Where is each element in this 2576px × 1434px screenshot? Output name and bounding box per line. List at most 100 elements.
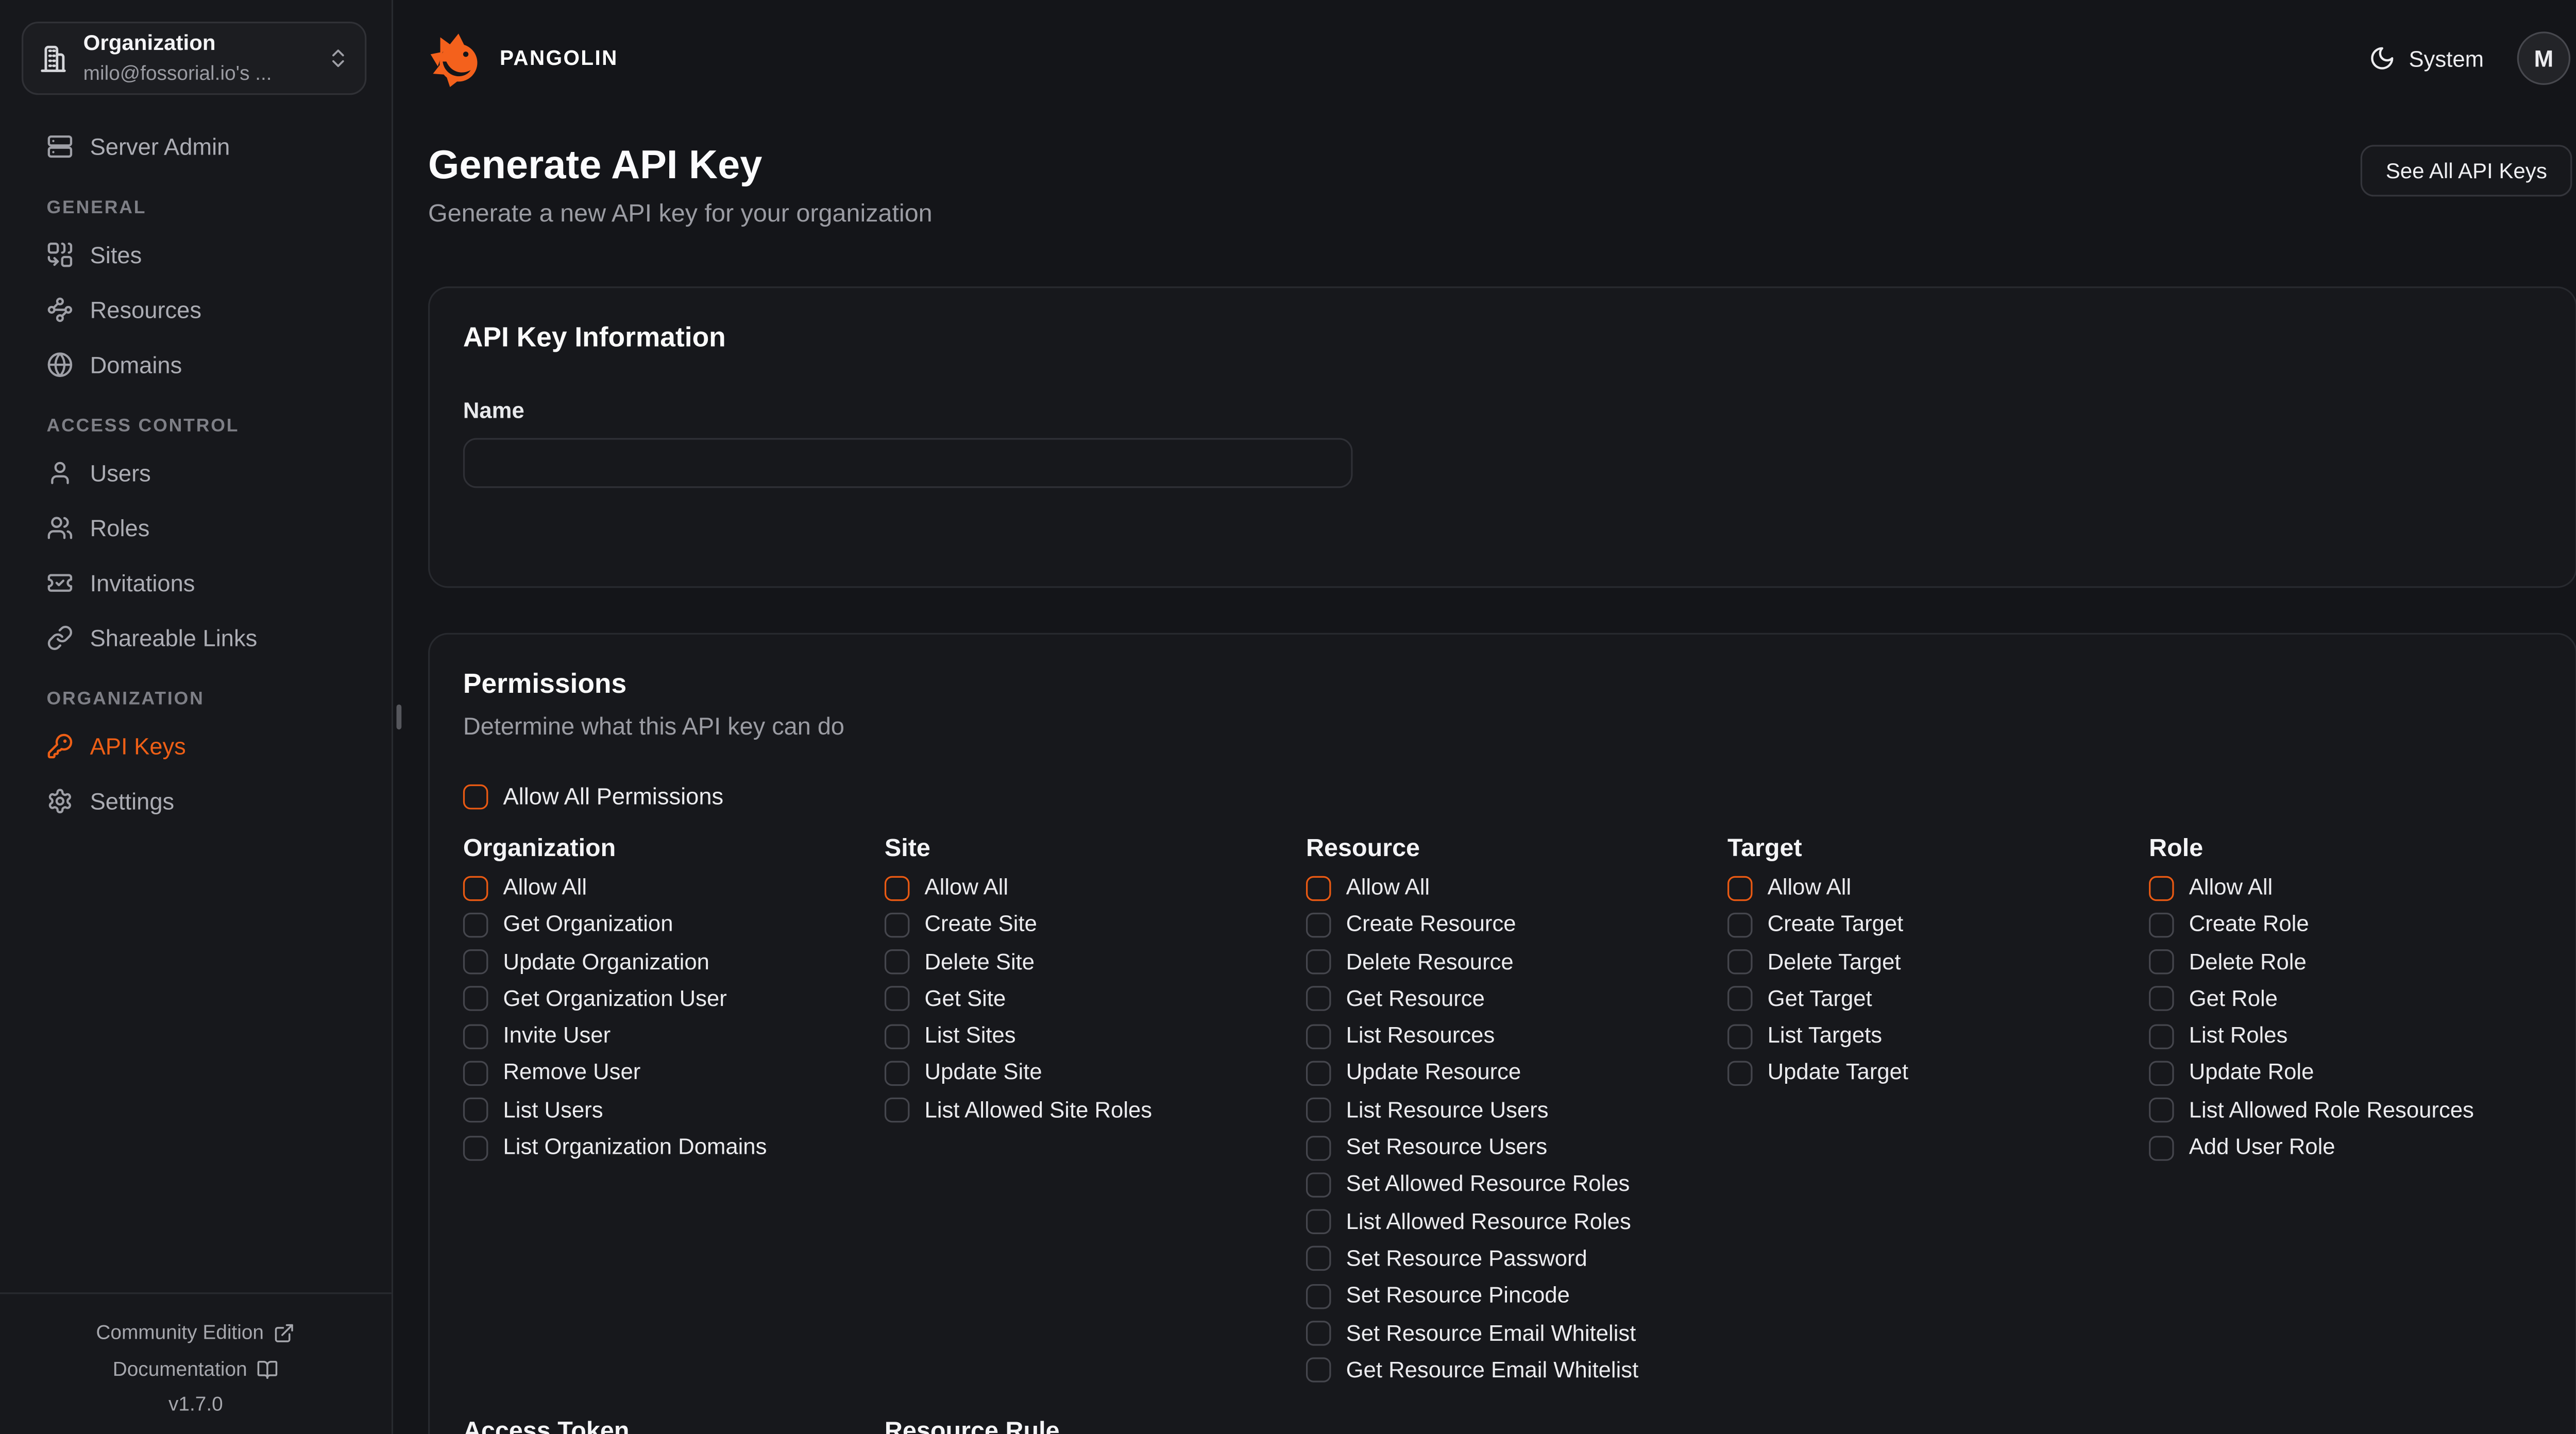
permission-checkbox-role-allow-all[interactable]: Allow All — [2149, 875, 2570, 901]
permission-checkbox-site-create-site[interactable]: Create Site — [885, 912, 1306, 938]
checkbox-icon[interactable] — [2149, 912, 2174, 937]
checkbox-icon[interactable] — [463, 1061, 488, 1086]
checkbox-icon[interactable] — [1727, 949, 1753, 975]
permission-checkbox-resource-set-resource-pincode[interactable]: Set Resource Pincode — [1306, 1283, 1727, 1310]
permission-checkbox-role-list-allowed-role-resources[interactable]: List Allowed Role Resources — [2149, 1097, 2570, 1124]
permission-checkbox-target-allow-all[interactable]: Allow All — [1727, 875, 2149, 901]
permission-checkbox-resource-get-resource-email-whitelist[interactable]: Get Resource Email Whitelist — [1306, 1357, 1727, 1384]
checkbox-icon[interactable] — [1306, 1172, 1331, 1198]
checkbox-icon[interactable] — [2149, 1098, 2174, 1123]
permission-checkbox-site-delete-site[interactable]: Delete Site — [885, 949, 1306, 976]
checkbox-icon[interactable] — [1306, 1135, 1331, 1160]
checkbox-icon[interactable] — [1306, 1024, 1331, 1049]
permission-checkbox-resource-allow-all[interactable]: Allow All — [1306, 875, 1727, 901]
permission-checkbox-resource-list-resources[interactable]: List Resources — [1306, 1023, 1727, 1050]
checkbox-icon[interactable] — [1306, 1098, 1331, 1123]
permission-checkbox-resource-create-resource[interactable]: Create Resource — [1306, 912, 1727, 938]
org-switcher[interactable]: Organization milo@fossorial.io's ... — [22, 22, 366, 95]
checkbox-icon[interactable] — [463, 1098, 488, 1123]
permission-checkbox-organization-list-organization-domains[interactable]: List Organization Domains — [463, 1134, 885, 1161]
permission-checkbox-target-get-target[interactable]: Get Target — [1727, 986, 2149, 1013]
checkbox-icon[interactable] — [2149, 875, 2174, 900]
permission-checkbox-role-get-role[interactable]: Get Role — [2149, 986, 2570, 1013]
checkbox-icon[interactable] — [1306, 1284, 1331, 1309]
sidebar-item-sites[interactable]: Sites — [0, 231, 392, 276]
permission-checkbox-role-delete-role[interactable]: Delete Role — [2149, 949, 2570, 976]
sidebar-item-api-keys[interactable]: API Keys — [0, 723, 392, 767]
permission-checkbox-role-list-roles[interactable]: List Roles — [2149, 1023, 2570, 1050]
sidebar-item-server-admin[interactable]: Server Admin — [0, 123, 392, 168]
see-all-api-keys-button[interactable]: See All API Keys — [2361, 145, 2572, 196]
checkbox-icon[interactable] — [1306, 1061, 1331, 1086]
checkbox-icon[interactable] — [2149, 986, 2174, 1012]
permission-checkbox-role-add-user-role[interactable]: Add User Role — [2149, 1134, 2570, 1161]
permission-checkbox-resource-set-resource-email-whitelist[interactable]: Set Resource Email Whitelist — [1306, 1320, 1727, 1347]
checkbox-icon[interactable] — [1306, 912, 1331, 937]
checkbox-icon[interactable] — [1727, 1061, 1753, 1086]
permission-checkbox-organization-invite-user[interactable]: Invite User — [463, 1023, 885, 1050]
permission-checkbox-resource-set-allowed-resource-roles[interactable]: Set Allowed Resource Roles — [1306, 1171, 1727, 1198]
allow-all-permissions-checkbox-row[interactable]: Allow All Permissions — [463, 783, 2542, 810]
checkbox-icon[interactable] — [463, 912, 488, 937]
permission-checkbox-site-get-site[interactable]: Get Site — [885, 986, 1306, 1013]
name-input[interactable] — [463, 438, 1353, 488]
checkbox-icon[interactable] — [1306, 875, 1331, 900]
permission-checkbox-resource-list-resource-users[interactable]: List Resource Users — [1306, 1097, 1727, 1124]
permission-checkbox-organization-update-organization[interactable]: Update Organization — [463, 949, 885, 976]
avatar[interactable]: M — [2517, 31, 2570, 84]
theme-toggle-button[interactable]: System — [2369, 45, 2484, 72]
permission-checkbox-site-list-sites[interactable]: List Sites — [885, 1023, 1306, 1050]
checkbox-icon[interactable] — [2149, 1024, 2174, 1049]
checkbox-icon[interactable] — [885, 1061, 910, 1086]
checkbox-icon[interactable] — [463, 1135, 488, 1160]
checkbox-icon[interactable] — [2149, 1061, 2174, 1086]
sidebar-item-roles[interactable]: Roles — [0, 505, 392, 550]
permission-checkbox-organization-remove-user[interactable]: Remove User — [463, 1060, 885, 1087]
permission-checkbox-organization-get-organization[interactable]: Get Organization — [463, 912, 885, 938]
permission-checkbox-target-update-target[interactable]: Update Target — [1727, 1060, 2149, 1087]
permission-checkbox-target-list-targets[interactable]: List Targets — [1727, 1023, 2149, 1050]
permission-checkbox-site-allow-all[interactable]: Allow All — [885, 875, 1306, 901]
checkbox-icon[interactable] — [2149, 949, 2174, 975]
checkbox-icon[interactable] — [2149, 1135, 2174, 1160]
sidebar-item-users[interactable]: Users — [0, 450, 392, 494]
sidebar-item-resources[interactable]: Resources — [0, 286, 392, 331]
permission-checkbox-target-delete-target[interactable]: Delete Target — [1727, 949, 2149, 976]
checkbox-icon[interactable] — [885, 986, 910, 1012]
permission-checkbox-site-update-site[interactable]: Update Site — [885, 1060, 1306, 1087]
checkbox-icon[interactable] — [1306, 1358, 1331, 1383]
permission-checkbox-target-create-target[interactable]: Create Target — [1727, 912, 2149, 938]
permission-checkbox-site-list-allowed-site-roles[interactable]: List Allowed Site Roles — [885, 1097, 1306, 1124]
permission-checkbox-role-update-role[interactable]: Update Role — [2149, 1060, 2570, 1087]
permission-checkbox-resource-get-resource[interactable]: Get Resource — [1306, 986, 1727, 1013]
checkbox-icon[interactable] — [1727, 875, 1753, 900]
documentation-link[interactable]: Documentation — [0, 1351, 392, 1387]
sidebar-item-invitations[interactable]: Invitations — [0, 559, 392, 604]
checkbox-icon[interactable] — [1306, 1321, 1331, 1346]
checkbox-icon[interactable] — [885, 949, 910, 975]
checkbox-icon[interactable] — [1727, 986, 1753, 1012]
sidebar-item-settings[interactable]: Settings — [0, 778, 392, 823]
permission-checkbox-resource-update-resource[interactable]: Update Resource — [1306, 1060, 1727, 1087]
checkbox-icon[interactable] — [463, 949, 488, 975]
checkbox-icon[interactable] — [885, 912, 910, 937]
sidebar-item-shareable-links[interactable]: Shareable Links — [0, 614, 392, 659]
checkbox-icon[interactable] — [463, 875, 488, 900]
permission-checkbox-organization-list-users[interactable]: List Users — [463, 1097, 885, 1124]
checkbox-icon[interactable] — [885, 1024, 910, 1049]
permission-checkbox-resource-list-allowed-resource-roles[interactable]: List Allowed Resource Roles — [1306, 1208, 1727, 1235]
checkbox-icon[interactable] — [1306, 949, 1331, 975]
community-edition-link[interactable]: Community Edition — [0, 1314, 392, 1351]
permission-checkbox-organization-get-organization-user[interactable]: Get Organization User — [463, 986, 885, 1013]
checkbox-icon[interactable] — [463, 1024, 488, 1049]
checkbox-icon[interactable] — [1727, 912, 1753, 937]
checkbox-icon[interactable] — [1306, 986, 1331, 1012]
checkbox-icon[interactable] — [463, 783, 488, 809]
checkbox-icon[interactable] — [463, 986, 488, 1012]
checkbox-icon[interactable] — [1727, 1024, 1753, 1049]
permission-checkbox-role-create-role[interactable]: Create Role — [2149, 912, 2570, 938]
permission-checkbox-resource-set-resource-password[interactable]: Set Resource Password — [1306, 1245, 1727, 1272]
checkbox-icon[interactable] — [885, 875, 910, 900]
permission-checkbox-organization-allow-all[interactable]: Allow All — [463, 875, 885, 901]
checkbox-icon[interactable] — [1306, 1209, 1331, 1235]
